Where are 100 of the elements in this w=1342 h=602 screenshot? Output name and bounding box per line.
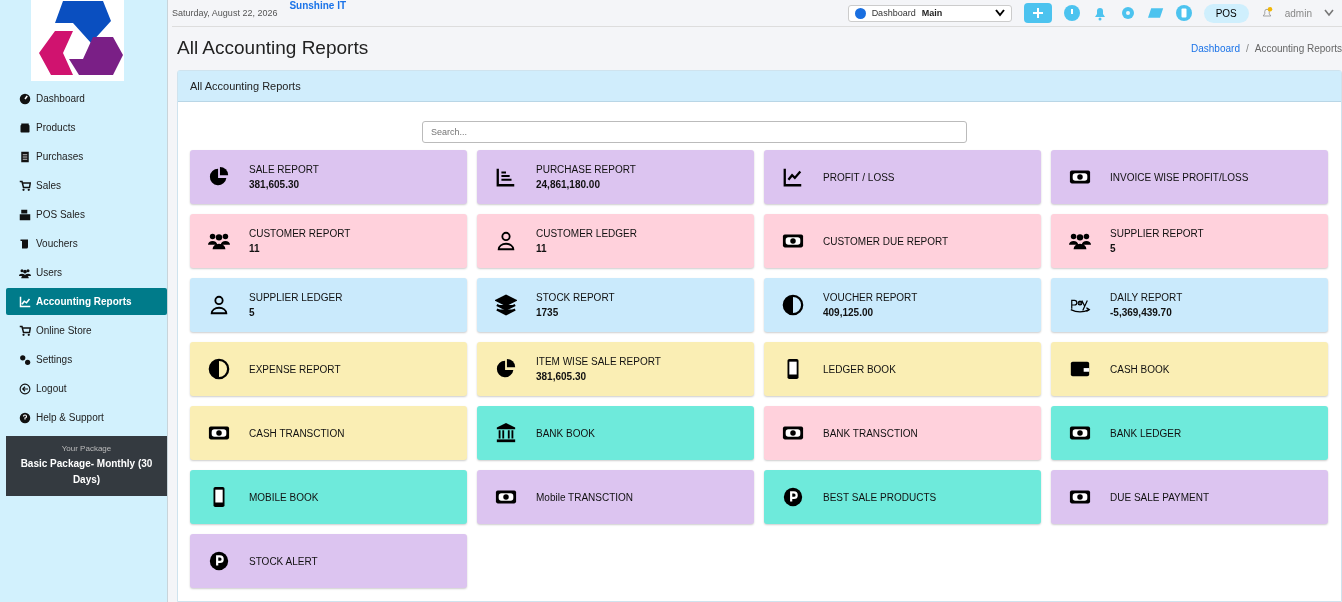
brand-name: Sunshine IT [289, 0, 347, 11]
report-value: 5 [1110, 243, 1117, 254]
pos-button[interactable]: POS [1203, 3, 1249, 23]
report-value: 381,605.30 [249, 179, 301, 190]
report-card[interactable]: DUE SALE PAYMENT [1051, 470, 1328, 524]
report-card[interactable]: DAILY REPORT -5,369,439.70 [1051, 278, 1328, 332]
report-title: CASH BOOK [1110, 363, 1170, 375]
report-card[interactable]: STOCK REPORT 1735 [477, 278, 754, 332]
p-circle-icon [208, 550, 230, 572]
report-title: VOUCHER REPORT [823, 292, 918, 303]
users-icon [19, 266, 31, 279]
breadcrumb-link[interactable]: Dashboard [1191, 42, 1240, 54]
report-title: PROFIT / LOSS [823, 171, 895, 183]
sidebar-item[interactable]: Products [6, 114, 167, 141]
report-title: BANK TRANSCTION [823, 427, 918, 439]
date-text: Saturday, August 22, 2026 [172, 8, 278, 18]
report-card[interactable]: CUSTOMER DUE REPORT [764, 214, 1041, 268]
caret-icon [994, 9, 1005, 17]
report-card[interactable]: BANK TRANSCTION [764, 406, 1041, 460]
sidebar-item[interactable]: Settings [6, 346, 167, 373]
sidebar-item[interactable]: Online Store [6, 317, 167, 344]
report-card[interactable]: VOUCHER REPORT 409,125.00 [764, 278, 1041, 332]
report-card[interactable]: SUPPLIER REPORT 5 [1051, 214, 1328, 268]
sidebar-item[interactable]: Vouchers [6, 230, 167, 257]
report-title: LEDGER BOOK [823, 363, 896, 375]
report-title: BANK BOOK [536, 427, 595, 439]
report-card[interactable]: LEDGER BOOK [764, 342, 1041, 396]
sidebar-item[interactable]: Help & Support [6, 404, 167, 431]
receipt-icon [19, 150, 31, 163]
report-card[interactable]: CUSTOMER LEDGER 11 [477, 214, 754, 268]
report-value: 11 [536, 243, 548, 254]
line-chart-icon [19, 295, 31, 308]
package-name: Basic Package- Monthly (30 Days) [19, 457, 154, 487]
report-value: 1735 [536, 307, 560, 318]
report-value: 5 [249, 307, 256, 318]
notification-icon[interactable] [1260, 7, 1273, 19]
report-title: STOCK ALERT [249, 555, 318, 567]
phone-icon[interactable] [1175, 5, 1192, 21]
caret-icon [1324, 9, 1334, 17]
panel-title: All Accounting Reports [190, 80, 301, 92]
report-title: CUSTOMER REPORT [249, 228, 351, 239]
bank-icon [495, 422, 517, 444]
cart-icon [19, 179, 31, 192]
cash-register-icon [19, 208, 31, 221]
sidebar-item[interactable]: Dashboard [6, 85, 167, 112]
report-title: DUE SALE PAYMENT [1110, 491, 1210, 503]
report-title: BANK LEDGER [1110, 427, 1182, 439]
report-title: PURCHASE REPORT [536, 164, 636, 175]
report-card[interactable]: SALE REPORT 381,605.30 [190, 150, 467, 204]
report-card[interactable]: ITEM WISE SALE REPORT 381,605.30 [477, 342, 754, 396]
report-card[interactable]: BEST SALE PRODUCTS [764, 470, 1041, 524]
search-field[interactable]: Search... [422, 121, 967, 143]
report-card[interactable]: BANK BOOK [477, 406, 754, 460]
report-title: EXPENSE REPORT [249, 363, 341, 375]
report-card[interactable]: BANK LEDGER [1051, 406, 1328, 460]
report-title: SUPPLIER LEDGER [249, 292, 343, 303]
box-icon [19, 121, 31, 134]
p-circle-icon [782, 486, 804, 508]
report-card[interactable]: SUPPLIER LEDGER 5 [190, 278, 467, 332]
report-title: STOCK REPORT [536, 292, 615, 303]
half-circle-icon [208, 358, 230, 380]
package-caption: Your Package [61, 444, 112, 453]
report-value: -5,369,439.70 [1110, 307, 1173, 318]
sidebar-item[interactable]: Sales [6, 172, 167, 199]
report-title: SALE REPORT [249, 164, 319, 175]
sidebar-item[interactable]: Purchases [6, 143, 167, 170]
user-menu[interactable]: admin [1284, 7, 1312, 19]
report-value: 24,861,180.00 [536, 179, 601, 190]
add-button[interactable] [1023, 3, 1052, 23]
report-title: Mobile TRANSCTION [536, 491, 634, 503]
info-icon[interactable] [1063, 5, 1080, 21]
layers-icon [495, 294, 517, 316]
user-icon [495, 230, 517, 252]
report-card[interactable]: STOCK ALERT [190, 534, 467, 588]
report-card[interactable]: Mobile TRANSCTION [477, 470, 754, 524]
breadcrumb-current: Accounting Reports [1254, 42, 1342, 54]
pie-chart-icon [208, 166, 230, 188]
report-card[interactable]: PURCHASE REPORT 24,861,180.00 [477, 150, 754, 204]
sidebar-item[interactable]: Logout [6, 375, 167, 402]
report-card[interactable]: INVOICE WISE PROFIT/LOSS [1051, 150, 1328, 204]
branch-select[interactable]: Dashboard Main [847, 4, 1012, 22]
report-card[interactable]: CASH BOOK [1051, 342, 1328, 396]
sidebar-item[interactable]: Users [6, 259, 167, 286]
bar-list-icon [495, 166, 517, 188]
report-value: 11 [249, 243, 261, 254]
report-value: 409,125.00 [823, 307, 875, 318]
report-title: CUSTOMER DUE REPORT [823, 235, 949, 247]
report-title: CASH TRANSCTION [249, 427, 345, 439]
sidebar-item[interactable]: Accounting Reports [6, 288, 167, 315]
report-card[interactable]: CUSTOMER REPORT 11 [190, 214, 467, 268]
report-card[interactable]: PROFIT / LOSS [764, 150, 1041, 204]
report-card[interactable]: MOBILE BOOK [190, 470, 467, 524]
plus-icon [1032, 8, 1043, 18]
help-icon [19, 411, 31, 424]
pie-chart-icon [495, 358, 517, 380]
sidebar-item[interactable]: POS Sales [6, 201, 167, 228]
report-card[interactable]: CASH TRANSCTION [190, 406, 467, 460]
page-title: All Accounting Reports [177, 37, 369, 59]
report-card[interactable]: EXPENSE REPORT [190, 342, 467, 396]
report-title: SUPPLIER REPORT [1110, 228, 1204, 239]
